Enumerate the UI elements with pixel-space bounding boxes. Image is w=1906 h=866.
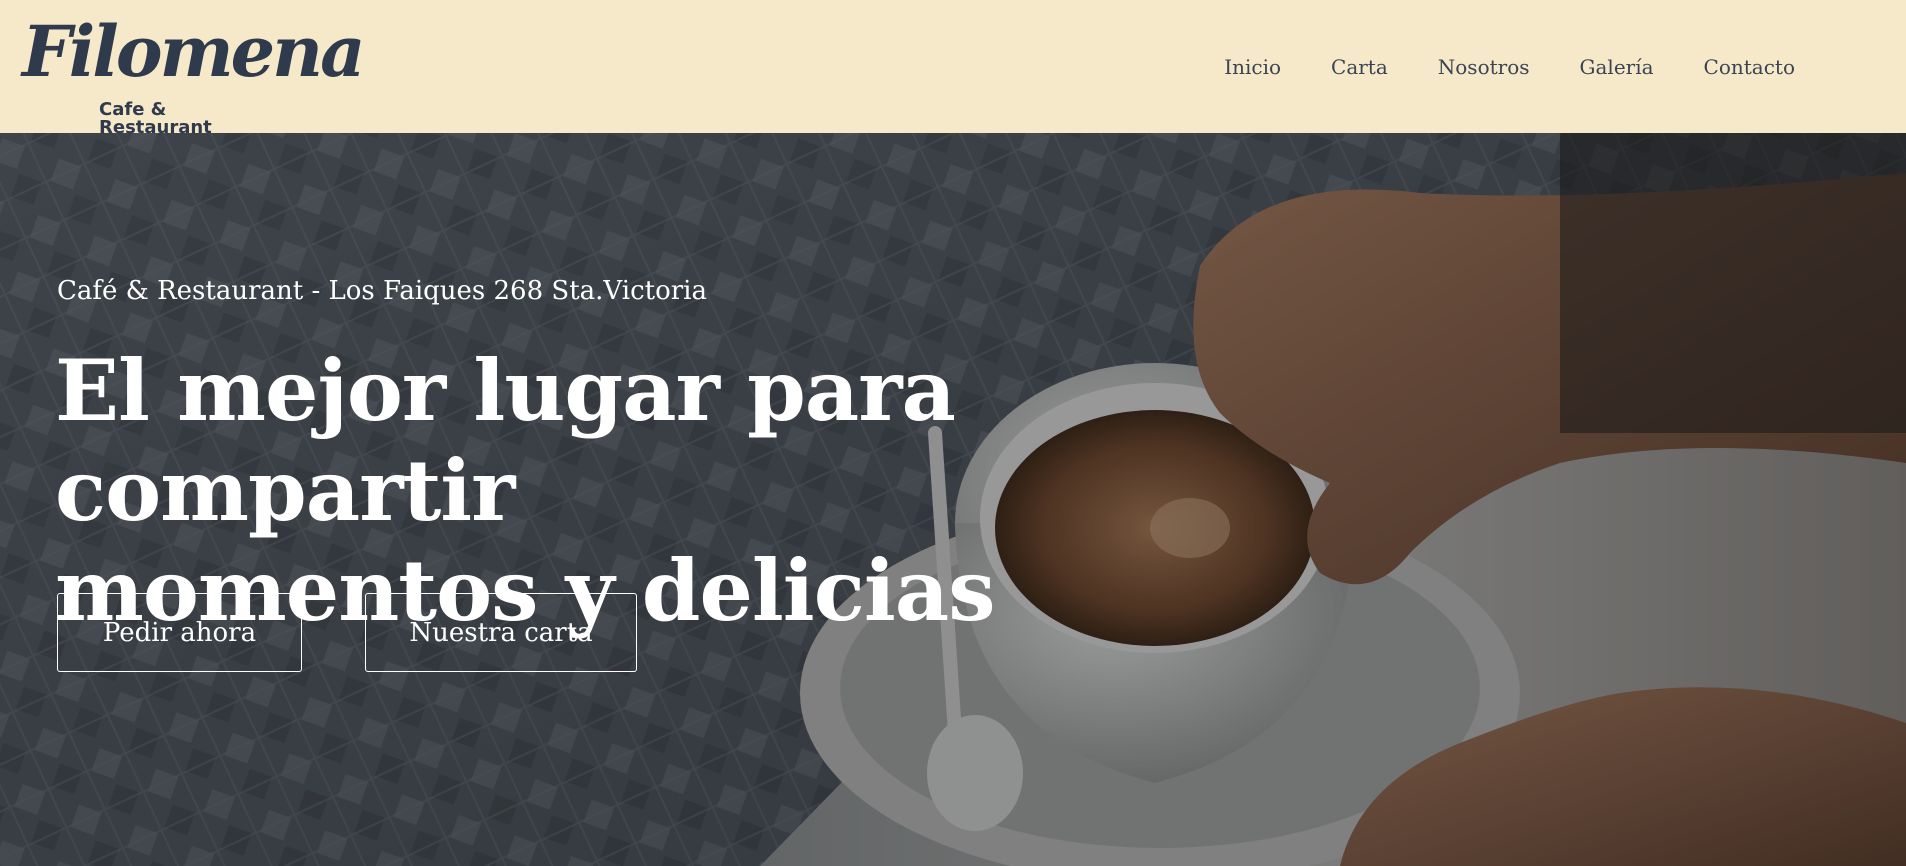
our-menu-button[interactable]: Nuestra carta xyxy=(365,593,637,672)
hero-title-line-1: El mejor lugar para compartir xyxy=(55,341,956,540)
logo-script-text: Filomena xyxy=(22,9,365,93)
site-header: Filomena Cafe & Restaurant Inicio Carta … xyxy=(0,0,1906,136)
nav-item-carta[interactable]: Carta xyxy=(1331,55,1388,79)
hero-section: Café & Restaurant - Los Faiques 268 Sta.… xyxy=(0,133,1906,866)
order-now-button[interactable]: Pedir ahora xyxy=(57,593,302,672)
hero-tagline: Café & Restaurant - Los Faiques 268 Sta.… xyxy=(57,276,707,306)
nav-item-nosotros[interactable]: Nosotros xyxy=(1438,55,1530,79)
nav-item-inicio[interactable]: Inicio xyxy=(1224,55,1281,79)
nav-item-contacto[interactable]: Contacto xyxy=(1704,55,1795,79)
nav-item-galeria[interactable]: Galería xyxy=(1580,55,1654,79)
logo-subtitle: Cafe & Restaurant xyxy=(99,98,212,138)
logo[interactable]: Filomena Cafe & Restaurant xyxy=(22,16,365,136)
main-nav: Inicio Carta Nosotros Galería Contacto xyxy=(1174,55,1795,79)
